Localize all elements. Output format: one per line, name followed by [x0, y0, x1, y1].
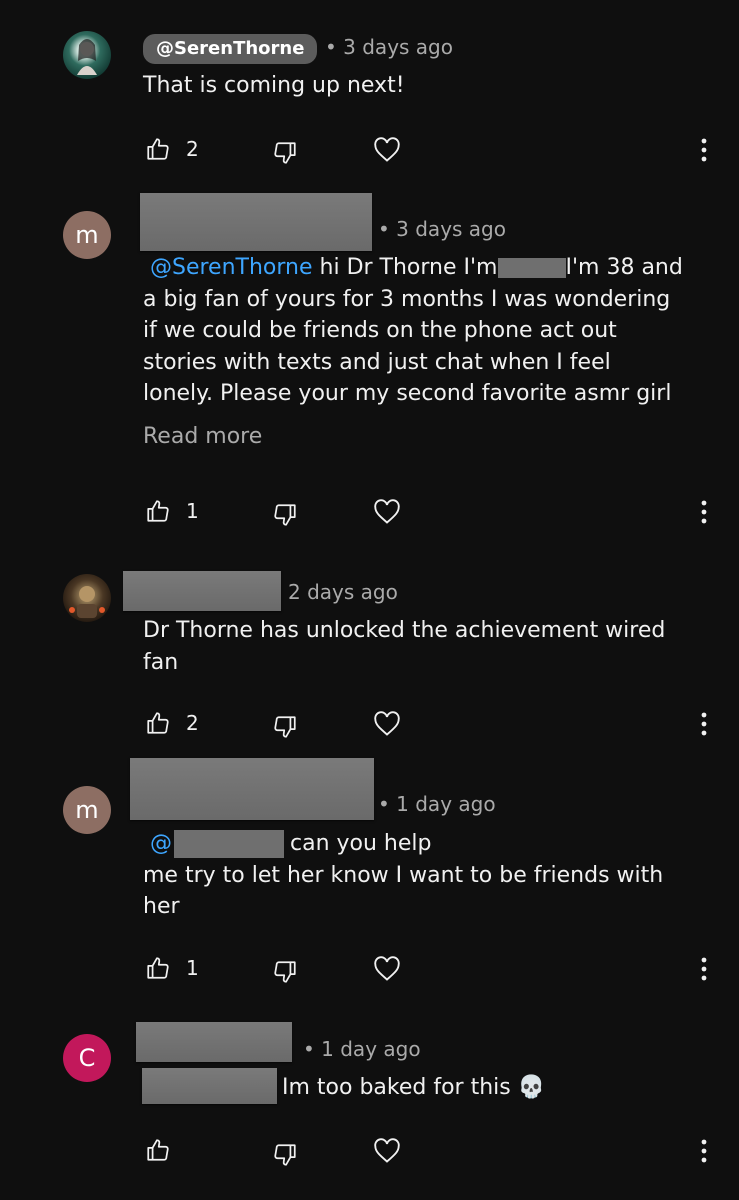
comment-line: if we could be friends on the phone act …	[143, 318, 617, 343]
avatar[interactable]: m	[63, 786, 111, 834]
comment-line: @ can you help	[143, 828, 723, 860]
comment-time: • 1 day ago	[303, 1037, 421, 1061]
like-count: 1	[186, 499, 199, 523]
comment-line: @SerenThorne hi Dr Thorne I'm I'm 38 and	[143, 252, 723, 284]
comment-line: fan	[143, 649, 179, 675]
dislike-button[interactable]	[272, 140, 298, 166]
heart-icon	[374, 956, 400, 981]
comment-time: • 1 day ago	[378, 792, 496, 816]
mention-link[interactable]: @	[150, 831, 172, 856]
heart-button[interactable]	[373, 956, 401, 982]
comment-time: • 3 days ago	[378, 217, 506, 241]
more-vert-icon	[701, 1139, 707, 1163]
thumbs-down-icon	[274, 1144, 296, 1166]
thumbs-up-icon	[147, 1139, 169, 1161]
redacted-author	[130, 758, 374, 820]
comment-text: @ can you help me try to let her know I w…	[143, 828, 723, 923]
more-vert-icon	[701, 712, 707, 736]
heart-icon	[374, 499, 400, 524]
like-button[interactable]	[145, 710, 171, 736]
comment-fragment: hi Dr Thorne I'm	[312, 255, 498, 280]
more-button[interactable]	[700, 956, 708, 982]
redacted-name	[174, 830, 284, 858]
like-button[interactable]	[145, 498, 171, 524]
like-button[interactable]	[145, 136, 171, 162]
dislike-button[interactable]	[272, 502, 298, 528]
heart-icon	[374, 137, 400, 162]
more-vert-icon	[701, 138, 707, 162]
comment-time: 2 days ago	[288, 580, 398, 604]
comment-text: @SerenThorne hi Dr Thorne I'm I'm 38 and …	[143, 252, 723, 410]
like-button[interactable]	[145, 1137, 171, 1163]
mention-link[interactable]: @SerenThorne	[150, 255, 313, 280]
avatar-art	[69, 586, 105, 618]
comment-line: me try to let her know I want to be frie…	[143, 862, 664, 888]
comment-line: lonely. Please your my second favorite a…	[143, 381, 672, 406]
avatar-letter: m	[75, 221, 99, 249]
avatar[interactable]: C	[63, 1034, 111, 1082]
like-button[interactable]	[145, 955, 171, 981]
comment-line: her	[143, 894, 180, 919]
read-more-link[interactable]: Read more	[143, 424, 262, 449]
comment-text: Dr Thorne has unlocked the achievement w…	[143, 615, 665, 678]
heart-icon	[374, 1138, 400, 1163]
more-vert-icon	[701, 500, 707, 524]
comment-line: a big fan of yours for 3 months I was wo…	[143, 286, 671, 312]
thumbs-up-icon	[147, 138, 169, 160]
comment-fragment: Im too baked for this	[282, 1075, 511, 1100]
dislike-button[interactable]	[272, 1142, 298, 1168]
dislike-button[interactable]	[272, 959, 298, 985]
comment-line: stories with texts and just chat when I …	[143, 349, 611, 375]
avatar[interactable]: m	[63, 211, 111, 259]
redacted-name	[497, 258, 566, 278]
comment-fragment: can you help	[290, 831, 432, 856]
avatar[interactable]	[63, 31, 111, 79]
heart-button[interactable]	[373, 711, 401, 737]
redacted-author	[140, 193, 372, 251]
thumbs-down-icon	[274, 504, 296, 526]
like-count: 2	[186, 137, 199, 161]
like-count: 2	[186, 711, 199, 735]
comment-fragment: I'm 38 and	[565, 255, 683, 280]
like-count: 1	[186, 956, 199, 980]
comment-text: Im too baked for this 💀	[282, 1072, 545, 1104]
thumbs-down-icon	[274, 142, 296, 164]
heart-button[interactable]	[373, 499, 401, 525]
thumbs-up-icon	[147, 712, 169, 734]
redacted-mention	[142, 1068, 277, 1104]
avatar-letter: m	[75, 796, 99, 824]
thumbs-down-icon	[274, 716, 296, 738]
avatar[interactable]	[63, 574, 111, 622]
skull-emoji: 💀	[517, 1075, 546, 1100]
heart-icon	[374, 711, 400, 736]
thumbs-up-icon	[147, 957, 169, 979]
redacted-author	[123, 571, 281, 611]
more-button[interactable]	[700, 1138, 708, 1164]
avatar-letter: C	[78, 1044, 96, 1072]
thumbs-down-icon	[274, 961, 296, 983]
more-button[interactable]	[700, 711, 708, 737]
more-vert-icon	[701, 957, 707, 981]
comment-time: • 3 days ago	[325, 35, 453, 59]
comment-text: That is coming up next!	[143, 73, 405, 98]
redacted-author	[136, 1022, 292, 1062]
comment-line: Dr Thorne has unlocked the achievement w…	[143, 618, 666, 643]
thumbs-up-icon	[147, 500, 169, 522]
heart-button[interactable]	[373, 1138, 401, 1164]
avatar-art	[77, 39, 97, 75]
more-button[interactable]	[700, 499, 708, 525]
dislike-button[interactable]	[272, 714, 298, 740]
more-button[interactable]	[700, 137, 708, 163]
heart-button[interactable]	[373, 137, 401, 163]
author-chip[interactable]: @SerenThorne	[143, 34, 318, 64]
